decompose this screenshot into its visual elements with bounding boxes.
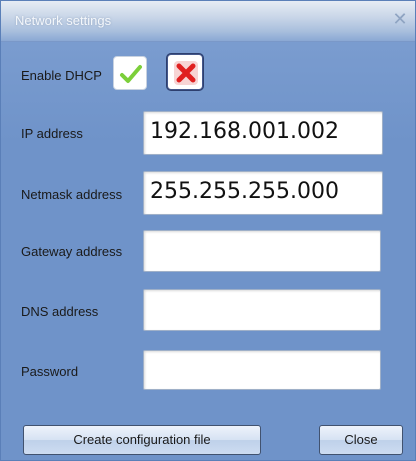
x-icon bbox=[174, 61, 198, 85]
create-configuration-file-button[interactable]: Create configuration file bbox=[23, 425, 261, 455]
dns-address-label: DNS address bbox=[21, 304, 99, 319]
gateway-address-label: Gateway address bbox=[21, 244, 123, 259]
password-field[interactable] bbox=[143, 350, 381, 390]
dns-address-field[interactable] bbox=[143, 289, 381, 331]
title-bar: Network settings ✕ bbox=[1, 1, 415, 42]
window-title: Network settings bbox=[15, 13, 112, 28]
check-icon bbox=[120, 65, 142, 83]
gateway-address-field[interactable] bbox=[143, 230, 381, 272]
password-label: Password bbox=[21, 364, 79, 379]
enable-dhcp-label: Enable DHCP bbox=[21, 68, 102, 83]
dhcp-enable-button[interactable] bbox=[113, 56, 147, 90]
network-settings-dialog: Network settings ✕ Enable DHCP IP addres… bbox=[0, 0, 416, 461]
netmask-address-label: Netmask address bbox=[21, 187, 123, 202]
close-button[interactable]: Close bbox=[319, 425, 403, 455]
close-window-icon[interactable]: ✕ bbox=[391, 9, 409, 29]
ip-address-label: IP address bbox=[21, 126, 83, 141]
dhcp-disable-button[interactable] bbox=[167, 54, 203, 90]
netmask-address-field[interactable]: 255.255.255.000 bbox=[143, 171, 383, 215]
ip-address-field[interactable]: 192.168.001.002 bbox=[143, 111, 383, 155]
